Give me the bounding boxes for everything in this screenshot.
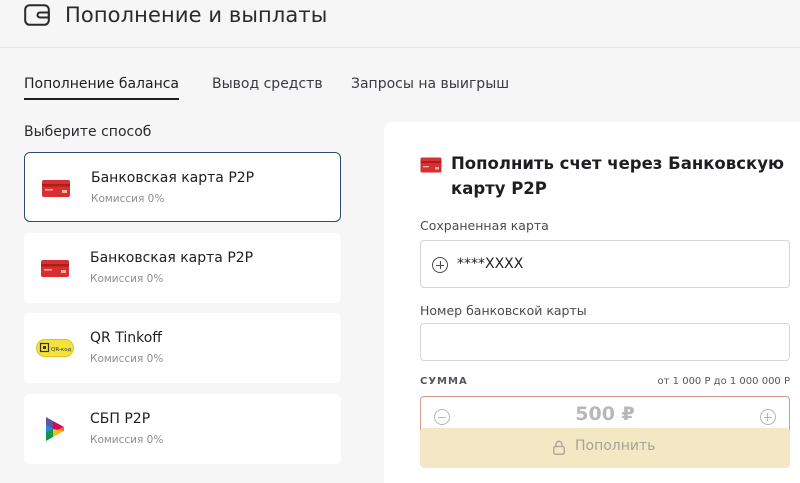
panel-title: Пополнить счет через Банковскую карту P2… <box>451 154 784 198</box>
deposit-panel: Пополнить счет через Банковскую карту P2… <box>384 122 800 483</box>
card-number-label: Номер банковской карты <box>420 303 587 318</box>
qr-code-icon: QR-код <box>36 339 74 357</box>
page-title: Пополнение и выплаты <box>65 3 328 27</box>
qr-icon-text: QR-код <box>51 347 72 353</box>
saved-card-value: ****XXXX <box>457 256 524 272</box>
method-name: Банковская карта P2P <box>91 170 255 186</box>
method-name: Банковская карта P2P <box>90 250 254 266</box>
tab-deposit[interactable]: Пополнение баланса <box>24 76 180 100</box>
method-name: QR Tinkoff <box>90 330 162 346</box>
method-bank-card-p2p-1[interactable]: Банковская карта P2P Комиссия 0% <box>24 152 341 222</box>
saved-card-select[interactable]: ****XXXX <box>420 240 790 288</box>
tab-withdraw[interactable]: Вывод средств <box>212 76 323 92</box>
method-sbp-p2p[interactable]: СБП P2P Комиссия 0% <box>24 394 341 464</box>
add-circle-icon <box>432 257 448 273</box>
wallet-icon <box>24 4 50 26</box>
sum-range: от 1 000 Р до 1 000 000 Р <box>657 376 790 387</box>
saved-card-label: Сохраненная карта <box>420 218 549 233</box>
method-qr-tinkoff[interactable]: QR-код QR Tinkoff Комиссия 0% <box>24 313 341 383</box>
deposit-button-label: Пополнить <box>575 438 656 454</box>
method-section-label: Выберите способ <box>24 124 152 140</box>
bank-card-icon <box>42 180 70 197</box>
deposit-button[interactable]: Пополнить <box>420 428 790 468</box>
page-header: Пополнение и выплаты <box>0 0 800 48</box>
method-bank-card-p2p-2[interactable]: Банковская карта P2P Комиссия 0% <box>24 233 341 303</box>
plus-icon[interactable] <box>760 409 776 425</box>
method-fee: Комиссия 0% <box>91 193 165 205</box>
sum-label: СУММА <box>420 376 468 387</box>
bank-card-icon <box>420 157 442 173</box>
method-fee: Комиссия 0% <box>90 353 164 365</box>
tab-win-requests[interactable]: Запросы на выигрыш <box>351 76 509 92</box>
sbp-icon <box>46 417 64 441</box>
method-fee: Комиссия 0% <box>90 434 164 446</box>
method-name: СБП P2P <box>90 411 151 427</box>
lock-icon <box>553 440 565 455</box>
method-fee: Комиссия 0% <box>90 273 164 285</box>
bank-card-icon <box>41 260 69 277</box>
amount-value: 500 ₽ <box>575 403 635 425</box>
card-number-input[interactable] <box>420 323 790 361</box>
